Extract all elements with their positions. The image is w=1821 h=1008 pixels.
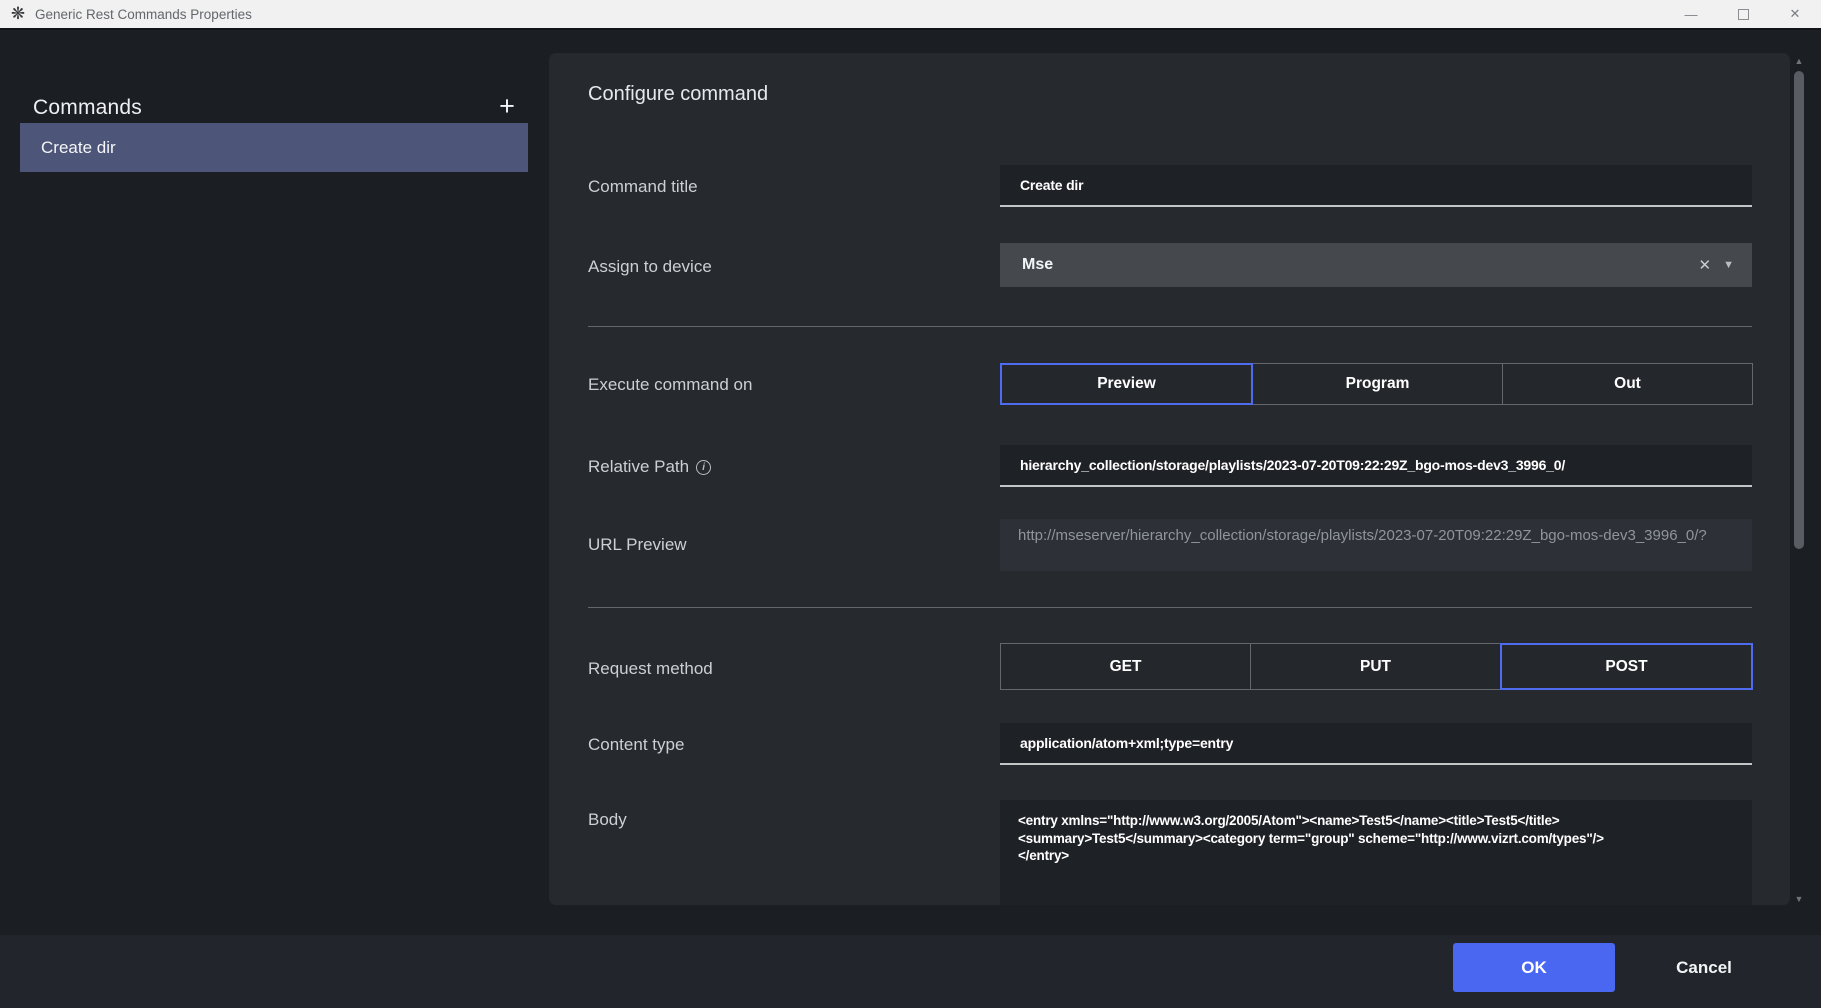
configure-command-panel: Configure command Command title Assign t… (549, 53, 1790, 905)
device-dropdown[interactable]: Mse ✕ ▼ (1000, 243, 1752, 287)
execute-on-program-button[interactable]: Program (1252, 363, 1503, 405)
dialog-footer: OK Cancel (0, 935, 1821, 1008)
generic-rest-commands-dialog: ❋ Generic Rest Commands Properties — ✕ C… (0, 0, 1821, 1008)
separator (588, 326, 1752, 327)
request-method-label: Request method (588, 659, 713, 679)
body-label: Body (588, 810, 627, 830)
body-textarea[interactable] (1000, 800, 1752, 905)
sidebar-item-create-dir[interactable]: Create dir (20, 123, 528, 172)
assign-to-device-label: Assign to device (588, 257, 712, 277)
request-method-group: GET PUT POST (1000, 643, 1753, 690)
sidebar-item-label: Create dir (41, 138, 116, 158)
chevron-down-icon[interactable]: ▼ (1721, 255, 1736, 275)
content-type-input[interactable] (1000, 723, 1752, 765)
method-get-button[interactable]: GET (1000, 643, 1251, 690)
panel-heading: Configure command (588, 83, 768, 106)
command-title-label: Command title (588, 177, 698, 197)
url-preview-label: URL Preview (588, 535, 687, 555)
app-logo-icon: ❋ (9, 5, 27, 23)
execute-on-preview-button[interactable]: Preview (1000, 363, 1253, 405)
title-bar: ❋ Generic Rest Commands Properties — ✕ (0, 0, 1821, 30)
scroll-down-icon[interactable]: ▼ (1793, 893, 1805, 905)
minimize-button[interactable]: — (1665, 0, 1717, 28)
method-post-button[interactable]: POST (1500, 643, 1753, 690)
execute-on-group: Preview Program Out (1000, 363, 1753, 405)
relative-path-input[interactable] (1000, 445, 1752, 487)
separator (588, 607, 1752, 608)
relative-path-label-text: Relative Path (588, 457, 689, 477)
command-title-input[interactable] (1000, 165, 1752, 207)
add-command-button[interactable]: + (492, 92, 522, 122)
relative-path-label: Relative Path i (588, 457, 711, 477)
window-controls: — ✕ (1665, 0, 1821, 28)
info-icon: i (696, 460, 711, 475)
ok-button[interactable]: OK (1453, 943, 1615, 992)
commands-header: Commands (33, 96, 142, 120)
close-button[interactable]: ✕ (1769, 0, 1821, 28)
clear-device-icon[interactable]: ✕ (1689, 252, 1722, 278)
device-dropdown-value: Mse (1022, 256, 1053, 274)
maximize-button[interactable] (1717, 0, 1769, 28)
maximize-icon (1738, 9, 1749, 20)
url-preview-value: http://mseserver/hierarchy_collection/st… (1000, 519, 1752, 571)
scrollbar-thumb[interactable] (1794, 71, 1804, 549)
cancel-button[interactable]: Cancel (1638, 943, 1770, 992)
execute-on-label: Execute command on (588, 375, 752, 395)
execute-on-out-button[interactable]: Out (1502, 363, 1753, 405)
window-title: Generic Rest Commands Properties (35, 7, 252, 22)
content-type-label: Content type (588, 735, 684, 755)
vertical-scrollbar[interactable]: ▲ ▼ (1793, 55, 1805, 905)
method-put-button[interactable]: PUT (1250, 643, 1501, 690)
scroll-up-icon[interactable]: ▲ (1793, 55, 1805, 67)
